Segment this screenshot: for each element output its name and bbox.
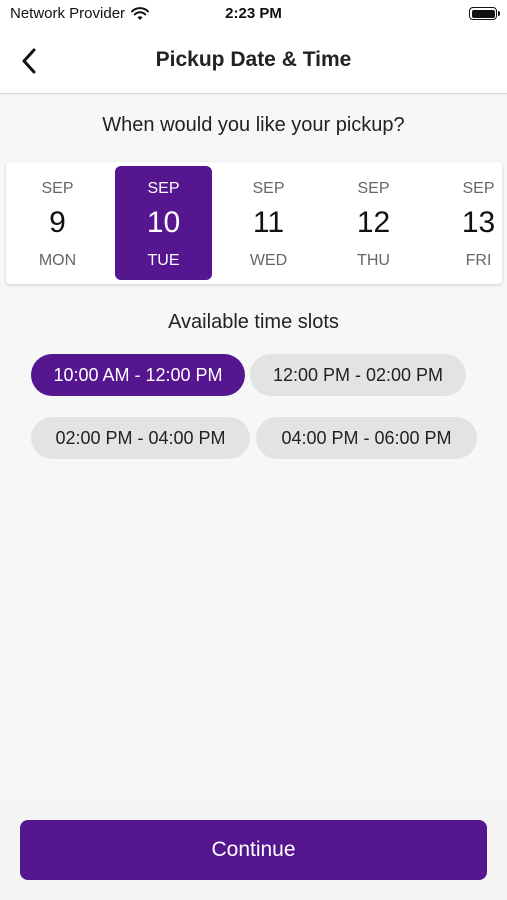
battery-icon bbox=[469, 7, 500, 20]
date-day: 13 bbox=[461, 206, 496, 239]
time-slot-10am-12pm[interactable]: 10:00 AM - 12:00 PM bbox=[31, 354, 245, 396]
date-day: 9 bbox=[49, 206, 66, 239]
screen: Network Provider 2:23 PM Pickup Date & T… bbox=[0, 0, 507, 900]
pickup-question: When would you like your pickup? bbox=[102, 114, 405, 136]
time-slot-12pm-2pm[interactable]: 12:00 PM - 02:00 PM bbox=[250, 354, 466, 396]
date-weekday: FRI bbox=[465, 252, 492, 269]
date-weekday: THU bbox=[357, 252, 390, 269]
date-item-sep-10[interactable]: SEP 10 TUE bbox=[115, 166, 212, 280]
time-slot-2pm-4pm[interactable]: 02:00 PM - 04:00 PM bbox=[31, 417, 250, 459]
date-item-sep-11[interactable]: SEP 11 WED bbox=[220, 166, 317, 280]
page-title: Pickup Date & Time bbox=[155, 48, 352, 71]
date-weekday: MON bbox=[38, 252, 77, 269]
status-time: 2:23 PM bbox=[225, 5, 282, 22]
battery-fill bbox=[471, 9, 495, 18]
date-day: 11 bbox=[252, 206, 285, 239]
date-month: SEP bbox=[357, 180, 390, 197]
date-month: SEP bbox=[147, 180, 180, 197]
date-weekday: TUE bbox=[147, 252, 180, 269]
continue-button[interactable]: Continue bbox=[20, 820, 487, 880]
date-picker: SEP 9 MON SEP 10 TUE SEP 11 WED SEP 12 T… bbox=[6, 162, 502, 284]
status-bar: Network Provider 2:23 PM bbox=[0, 0, 507, 28]
date-item-sep-9[interactable]: SEP 9 MON bbox=[9, 166, 106, 280]
date-item-sep-13[interactable]: SEP 13 FRI bbox=[430, 166, 502, 280]
date-item-sep-12[interactable]: SEP 12 THU bbox=[325, 166, 422, 280]
date-month: SEP bbox=[41, 180, 74, 197]
date-month: SEP bbox=[252, 180, 285, 197]
header: Pickup Date & Time bbox=[0, 28, 507, 94]
date-month: SEP bbox=[462, 180, 495, 197]
date-weekday: WED bbox=[249, 252, 288, 269]
date-day: 10 bbox=[146, 206, 181, 239]
date-day: 12 bbox=[356, 206, 391, 239]
time-slot-4pm-6pm[interactable]: 04:00 PM - 06:00 PM bbox=[256, 417, 477, 459]
time-slots-heading: Available time slots bbox=[168, 311, 339, 333]
